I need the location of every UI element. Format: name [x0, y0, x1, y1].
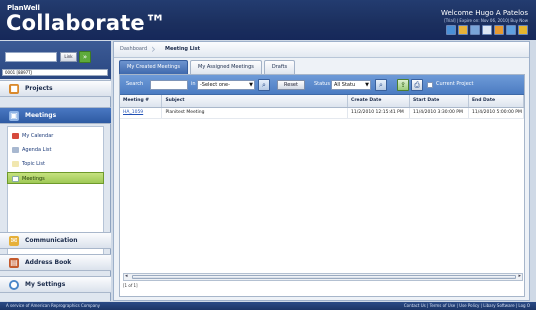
current-project-label: Current Project: [436, 81, 474, 87]
column-header-meeting-number[interactable]: Meeting #: [120, 95, 163, 108]
app-footer: A service of American Reprographics Comp…: [0, 302, 536, 310]
sidebar: Link » 0001 [8897TJ ■ Projects ▣ Meeting…: [0, 41, 111, 301]
nav-meetings[interactable]: ▣ Meetings: [0, 107, 111, 124]
start-date-cell: 11/4/2010 3:30:00 PM: [409, 107, 469, 119]
tab-my-assigned-meetings[interactable]: My Assigned Meetings: [190, 60, 262, 74]
scroll-right-icon[interactable]: ▸: [518, 273, 521, 279]
search-field-select[interactable]: -Select one- ▼: [197, 80, 255, 90]
sidebar-search-panel: Link » 0001 [8897TJ: [0, 41, 111, 79]
scrollbar-thumb[interactable]: [132, 275, 516, 279]
submenu-label: Topic List: [22, 161, 45, 167]
submenu-agenda-list[interactable]: Agenda List: [8, 144, 103, 156]
trial-notice[interactable]: [Trial] | Expire on: Nov 06, 2010| Buy N…: [444, 18, 528, 23]
print-icon[interactable]: ⎙: [411, 79, 423, 91]
table-row[interactable]: HA_1059 Planitest Meeting 11/2/2010 12:1…: [120, 107, 525, 119]
submenu-topic-list[interactable]: Topic List: [8, 158, 103, 170]
submenu-meetings[interactable]: Meetings: [7, 172, 104, 184]
footer-service-text: A service of American Reprographics Comp…: [6, 303, 101, 308]
nav-communication-label: Communication: [25, 237, 78, 244]
nav-address-book-label: Address Book: [25, 259, 72, 266]
breadcrumb-current: Meeting List: [165, 46, 201, 52]
end-date-cell: 11/4/2010 5:00:00 PM: [468, 107, 525, 119]
footer-links[interactable]: Contact Us | Terms of Use | Use Policy |…: [404, 303, 530, 308]
status-label: Status: [314, 81, 330, 87]
meeting-tabs: My Created Meetings My Assigned Meetings…: [119, 60, 296, 74]
question-icon[interactable]: [518, 25, 528, 35]
nav-projects-label: Projects: [25, 85, 53, 92]
home-icon[interactable]: [446, 25, 456, 35]
search-label: Search: [126, 81, 144, 87]
search-icon[interactable]: ⌕: [258, 79, 270, 91]
search-input[interactable]: [150, 80, 188, 90]
column-header-create-date[interactable]: Create Date: [347, 95, 410, 108]
meetings-icon: ▣: [9, 111, 19, 121]
search-field-select-value: -Select one-: [200, 82, 230, 88]
tab-my-created-meetings[interactable]: My Created Meetings: [119, 60, 189, 74]
go-icon[interactable]: »: [79, 51, 91, 63]
meetings-icon: [12, 176, 19, 182]
meetings-table: Meeting # Subject Create Date Start Date…: [120, 95, 525, 119]
sidebar-search-input[interactable]: [5, 52, 57, 62]
breadcrumb-dashboard[interactable]: Dashboard: [120, 46, 147, 52]
status-select-value: All Statu: [334, 82, 356, 88]
search-toolbar: Search in -Select one- ▼ ⌕ Reset Status …: [120, 75, 524, 95]
app-header: PlanWell Collaborate™ Welcome Hugo A Pat…: [0, 0, 536, 40]
chevron-down-icon: ▼: [365, 82, 369, 88]
link-button[interactable]: Link: [60, 52, 77, 62]
address-book-icon: ▤: [9, 258, 19, 268]
chevron-down-icon: ▼: [249, 82, 253, 88]
nav-communication[interactable]: ✉ Communication: [0, 232, 111, 249]
column-header-end-date[interactable]: End Date: [468, 95, 525, 108]
settings-icon: ●: [9, 280, 19, 290]
communication-icon: ✉: [9, 236, 19, 246]
search-in-label: in: [191, 81, 196, 87]
nav-my-settings[interactable]: ● My Settings: [0, 276, 111, 293]
nav-address-book[interactable]: ▤ Address Book: [0, 254, 111, 271]
nav-my-settings-label: My Settings: [25, 281, 66, 288]
help-icon[interactable]: [458, 25, 468, 35]
nav-projects[interactable]: ■ Projects: [0, 80, 111, 97]
table-header-row: Meeting # Subject Create Date Start Date…: [120, 95, 525, 108]
status-select[interactable]: All Statu ▼: [331, 80, 371, 90]
tools-icon[interactable]: [506, 25, 516, 35]
topic-icon: [12, 161, 19, 167]
meetings-grid: Search in -Select one- ▼ ⌕ Reset Status …: [119, 74, 525, 297]
header-icon-bar: [446, 25, 528, 35]
users-icon[interactable]: [494, 25, 504, 35]
submenu-label: My Calendar: [22, 133, 54, 139]
column-header-subject[interactable]: Subject: [161, 95, 349, 108]
nav-meetings-label: Meetings: [25, 112, 57, 119]
user-field[interactable]: 0001 [8897TJ: [2, 69, 108, 76]
close-icon[interactable]: [482, 25, 492, 35]
meeting-subject-cell: Planitest Meeting: [161, 107, 349, 119]
app-logo[interactable]: Collaborate™: [6, 11, 166, 35]
breadcrumb: Dashboard › Meeting List: [114, 42, 529, 58]
calendar-icon: [12, 133, 19, 139]
submenu-my-calendar[interactable]: My Calendar: [8, 130, 103, 142]
reset-button[interactable]: Reset: [277, 80, 305, 90]
current-project-checkbox[interactable]: [427, 82, 433, 88]
agenda-icon: [12, 147, 19, 153]
projects-icon: ■: [9, 84, 19, 94]
meeting-number-link[interactable]: HA_1059: [120, 107, 163, 119]
welcome-text: Welcome Hugo A Patelos: [440, 9, 528, 17]
export-icon[interactable]: ⇪: [397, 79, 409, 91]
main-panel: Dashboard › Meeting List My Created Meet…: [113, 41, 530, 301]
submenu-label: Meetings: [22, 176, 45, 182]
scroll-left-icon[interactable]: ◂: [125, 273, 128, 279]
tab-drafts[interactable]: Drafts: [263, 60, 296, 74]
pager-text: [1 of 1]: [123, 283, 138, 288]
create-date-cell: 11/2/2010 12:15:41 PM: [347, 107, 410, 119]
breadcrumb-separator-icon: ›: [151, 42, 156, 56]
submenu-label: Agenda List: [22, 147, 52, 153]
print-icon[interactable]: [470, 25, 480, 35]
filter-search-icon[interactable]: ⌕: [375, 79, 387, 91]
column-header-start-date[interactable]: Start Date: [409, 95, 469, 108]
horizontal-scrollbar[interactable]: ◂ ▸: [123, 273, 523, 281]
